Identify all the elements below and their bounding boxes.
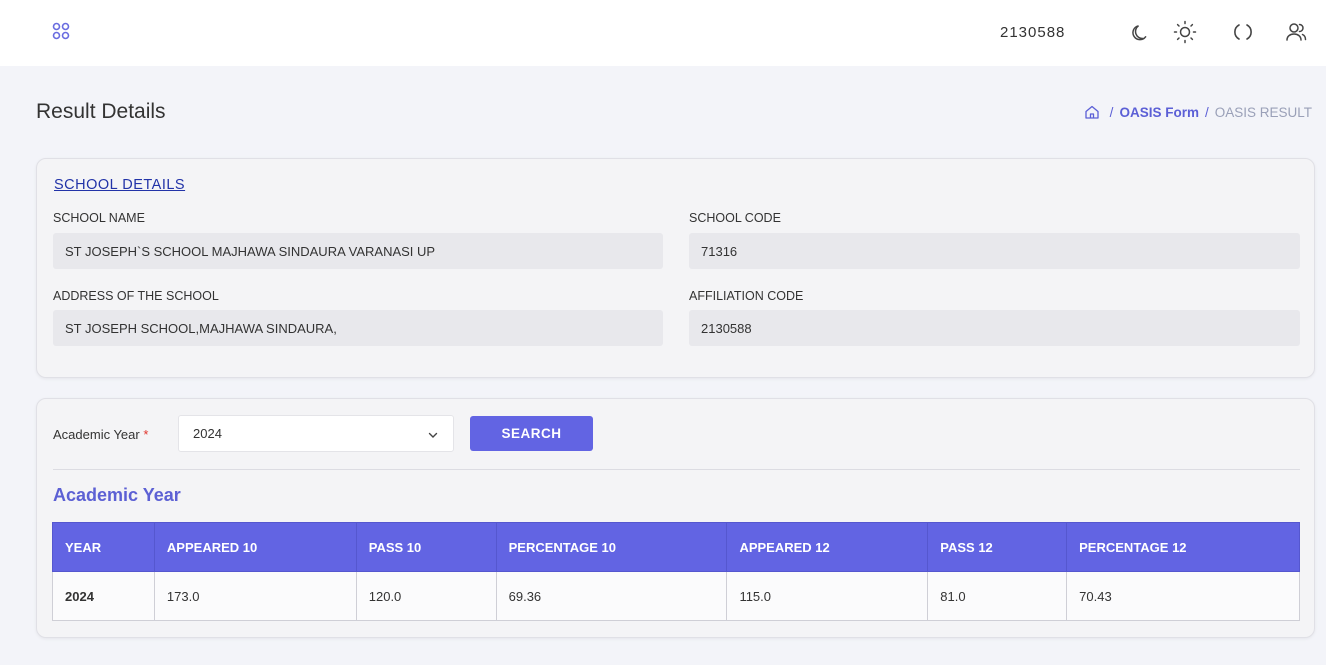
breadcrumb-separator: / xyxy=(1109,104,1114,120)
column-header: PASS 12 xyxy=(927,522,1068,572)
column-header: PERCENTAGE 10 xyxy=(495,522,728,572)
table-cell: 115.0 xyxy=(726,571,929,621)
school-name-label: SCHOOL NAME xyxy=(53,211,145,225)
column-header: PASS 10 xyxy=(355,522,497,572)
school-code-field: 71316 xyxy=(689,233,1300,269)
divider xyxy=(53,469,1300,470)
results-table: YEAR APPEARED 10 PASS 10 PERCENTAGE 10 A… xyxy=(52,522,1300,621)
academic-year-label-text: Academic Year xyxy=(53,427,140,442)
chevron-down-icon xyxy=(427,429,439,441)
home-icon[interactable] xyxy=(1084,104,1100,120)
results-card: Academic Year * 2024 SEARCH Academic Yea… xyxy=(36,398,1315,638)
breadcrumb-oasis-form[interactable]: OASIS Form xyxy=(1119,105,1199,120)
academic-year-selected: 2024 xyxy=(193,426,222,441)
table-cell: 81.0 xyxy=(927,571,1068,621)
breadcrumb: / OASIS Form / OASIS RESULT xyxy=(1084,104,1312,120)
school-details-heading[interactable]: SCHOOL DETAILS xyxy=(54,177,185,193)
sun-icon[interactable] xyxy=(1173,20,1197,44)
school-code-label: SCHOOL CODE xyxy=(689,211,781,225)
table-cell: 69.36 xyxy=(495,571,728,621)
academic-year-label: Academic Year * xyxy=(53,427,148,442)
address-label: ADDRESS OF THE SCHOOL xyxy=(53,289,219,303)
page-title: Result Details xyxy=(36,100,166,123)
column-header: APPEARED 10 xyxy=(153,522,357,572)
table-header-row: YEAR APPEARED 10 PASS 10 PERCENTAGE 10 A… xyxy=(52,522,1300,572)
affiliation-code-label: AFFILIATION CODE xyxy=(689,289,804,303)
breadcrumb-separator: / xyxy=(1204,104,1209,120)
affiliation-code-field: 2130588 xyxy=(689,310,1300,346)
school-name-field: ST JOSEPH`S SCHOOL MAJHAWA SINDAURA VARA… xyxy=(53,233,663,269)
fullscreen-icon[interactable] xyxy=(1231,20,1255,44)
user-code: 2130588 xyxy=(1000,24,1066,41)
academic-year-select[interactable]: 2024 xyxy=(178,415,454,452)
top-bar: 2130588 xyxy=(0,0,1326,66)
column-header: APPEARED 12 xyxy=(726,522,929,572)
table-cell: 70.43 xyxy=(1066,571,1300,621)
table-cell: 2024 xyxy=(52,571,155,621)
address-field: ST JOSEPH SCHOOL,MAJHAWA SINDAURA, xyxy=(53,310,663,346)
users-icon[interactable] xyxy=(1284,20,1308,44)
column-header: PERCENTAGE 12 xyxy=(1066,522,1300,572)
moon-icon[interactable] xyxy=(1128,20,1152,44)
school-details-card: SCHOOL DETAILS SCHOOL NAME ST JOSEPH`S S… xyxy=(36,158,1315,378)
table-cell: 173.0 xyxy=(153,571,357,621)
grid-dots-icon[interactable] xyxy=(52,22,70,40)
table-cell: 120.0 xyxy=(355,571,497,621)
required-mark: * xyxy=(143,427,149,442)
breadcrumb-oasis-result: OASIS RESULT xyxy=(1214,104,1312,120)
results-table-title: Academic Year xyxy=(53,485,181,505)
search-button[interactable]: SEARCH xyxy=(470,416,593,451)
table-row: 2024 173.0 120.0 69.36 115.0 81.0 70.43 xyxy=(52,571,1300,621)
column-header: YEAR xyxy=(52,522,155,572)
